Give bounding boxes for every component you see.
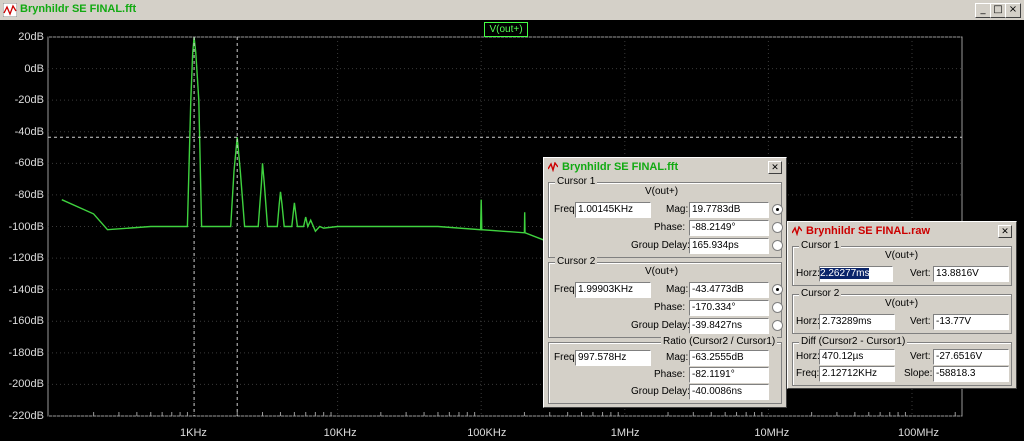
- ratio-group: Ratio (Cursor2 / Cursor1) Freq: 997.578H…: [548, 336, 782, 404]
- cursor1-label: Cursor 1: [555, 176, 598, 187]
- raw-diff-vert-field[interactable]: -27.6516V: [933, 349, 1009, 365]
- cursor1-group-delay-field[interactable]: 165.934ps: [689, 238, 769, 254]
- raw-diff-group: Diff (Cursor2 - Cursor1) Horz: 470.12µs …: [792, 336, 1012, 386]
- cursor2-trace: V(out+): [645, 266, 679, 277]
- cursor2-label: Cursor 2: [555, 256, 598, 267]
- group-delay-label: Group Delay:: [631, 386, 690, 397]
- phase-label: Phase:: [654, 369, 686, 380]
- close-icon[interactable]: ✕: [998, 225, 1012, 238]
- x-tick-label: 1KHz: [180, 427, 207, 439]
- raw-cursor2-label: Cursor 2: [799, 288, 842, 299]
- raw-cursor2-group: Cursor 2 V(out+) Horz: 2.73289ms Vert: -…: [792, 288, 1012, 334]
- raw-cursor-dialog: Brynhildr SE FINAL.raw ✕ Cursor 1 V(out+…: [787, 221, 1017, 389]
- freq-label: Freq:: [554, 352, 578, 363]
- cursor1-group-delay-radio[interactable]: [772, 240, 783, 251]
- ratio-group-delay-field[interactable]: -40.0086ns: [689, 384, 769, 400]
- y-tick-label: -180dB: [8, 346, 44, 359]
- y-tick-label: 20dB: [18, 31, 44, 43]
- ratio-phase-field[interactable]: -82.1191°: [689, 367, 769, 383]
- x-tick-label: 10KHz: [323, 427, 357, 439]
- fft-cursor-dialog: Brynhildr SE FINAL.fft ✕ Cursor 1 V(out+…: [543, 157, 787, 408]
- freq-label: Freq:: [554, 284, 578, 295]
- slope-label: Slope:: [904, 368, 933, 379]
- cursor2-group-delay-radio[interactable]: [772, 320, 783, 331]
- raw-diff-freq-field[interactable]: 2.12712KHz: [819, 366, 895, 382]
- y-tick-label: -120dB: [8, 252, 44, 265]
- y-tick-label: -200dB: [8, 378, 44, 391]
- raw-cursor1-horz-field[interactable]: 2.26277ms: [819, 266, 893, 282]
- x-tick-label: 100MHz: [898, 427, 939, 439]
- y-tick-label: 0dB: [24, 62, 44, 75]
- cursor2-phase-radio[interactable]: [772, 302, 783, 313]
- raw-cursor1-label: Cursor 1: [799, 240, 842, 251]
- raw-diff-label: Diff (Cursor2 - Cursor1): [799, 336, 908, 347]
- trace-label[interactable]: V(out+): [484, 22, 528, 37]
- cursor1-mag-field[interactable]: 19.7783dB: [689, 202, 769, 218]
- cursor2-freq-field[interactable]: 1.99903KHz: [575, 282, 651, 298]
- y-tick-label: -100dB: [8, 220, 44, 233]
- waveform-icon: [548, 162, 558, 172]
- freq-label: Freq:: [796, 368, 820, 379]
- horz-label: Horz:: [796, 316, 820, 327]
- cursor2-mag-field[interactable]: -43.4773dB: [689, 282, 769, 298]
- cursor1-group: Cursor 1 V(out+) Freq: 1.00145KHz Mag: 1…: [548, 176, 783, 258]
- raw-cursor1-vert-field[interactable]: 13.8816V: [933, 266, 1009, 282]
- raw-cursor2-vert-field[interactable]: -13.77V: [933, 314, 1009, 330]
- cursor1-mag-radio[interactable]: [772, 204, 783, 215]
- raw-dialog-title: Brynhildr SE FINAL.raw: [806, 225, 931, 237]
- cursor2-group: Cursor 2 V(out+) Freq: 1.99903KHz Mag: -…: [548, 256, 783, 338]
- horz-label: Horz:: [796, 351, 820, 362]
- mag-label: Mag:: [666, 352, 689, 363]
- phase-label: Phase:: [654, 302, 686, 313]
- waveform-icon: [792, 226, 802, 236]
- raw-diff-slope-field[interactable]: -58818.3: [933, 366, 1009, 382]
- raw-cursor2-horz-field[interactable]: 2.73289ms: [819, 314, 895, 330]
- cursor1-phase-field[interactable]: -88.2149°: [689, 220, 769, 236]
- y-tick-label: -220dB: [8, 410, 44, 422]
- y-tick-label: -80dB: [14, 188, 44, 201]
- cursor2-phase-field[interactable]: -170.334°: [689, 300, 769, 316]
- cursor1-phase-radio[interactable]: [772, 222, 783, 233]
- group-delay-label: Group Delay:: [631, 240, 690, 251]
- fft-dialog-title: Brynhildr SE FINAL.fft: [562, 161, 679, 173]
- ratio-mag-field[interactable]: -63.2555dB: [689, 350, 769, 366]
- cursor2-mag-radio[interactable]: [772, 284, 783, 295]
- raw-dialog-title-bar[interactable]: Brynhildr SE FINAL.raw ✕: [790, 224, 1014, 238]
- raw-cursor2-trace: V(out+): [885, 298, 919, 309]
- horz-selected-text: 2.26277ms: [820, 268, 870, 279]
- y-tick-label: -140dB: [8, 283, 44, 296]
- y-tick-label: -20dB: [14, 94, 44, 107]
- group-delay-label: Group Delay:: [631, 320, 690, 331]
- phase-label: Phase:: [654, 222, 686, 233]
- x-tick-label: 100KHz: [467, 427, 507, 439]
- trace-v-out-plus: [61, 37, 550, 243]
- mag-label: Mag:: [666, 204, 689, 215]
- raw-cursor1-trace: V(out+): [885, 250, 919, 261]
- cursor1-freq-field[interactable]: 1.00145KHz: [575, 202, 651, 218]
- raw-cursor1-group: Cursor 1 V(out+) Horz: 2.26277ms Vert: 1…: [792, 240, 1012, 286]
- y-tick-label: -160dB: [8, 315, 44, 328]
- mag-label: Mag:: [666, 284, 689, 295]
- close-icon[interactable]: ✕: [768, 161, 782, 174]
- vert-label: Vert:: [910, 351, 931, 362]
- horz-label: Horz:: [796, 268, 820, 279]
- vert-label: Vert:: [910, 316, 931, 327]
- freq-label: Freq:: [554, 204, 578, 215]
- raw-diff-horz-field[interactable]: 470.12µs: [819, 349, 895, 365]
- ratio-freq-field[interactable]: 997.578Hz: [575, 350, 651, 366]
- y-tick-label: -40dB: [14, 125, 44, 138]
- vert-label: Vert:: [910, 268, 931, 279]
- x-tick-label: 10MHz: [754, 427, 790, 439]
- cursor2-group-delay-field[interactable]: -39.8427ns: [689, 318, 769, 334]
- ratio-label: Ratio (Cursor2 / Cursor1): [661, 336, 778, 347]
- x-tick-label: 1MHz: [610, 427, 640, 439]
- cursor1-trace: V(out+): [645, 186, 679, 197]
- y-tick-label: -60dB: [14, 157, 44, 170]
- fft-dialog-title-bar[interactable]: Brynhildr SE FINAL.fft ✕: [546, 160, 784, 174]
